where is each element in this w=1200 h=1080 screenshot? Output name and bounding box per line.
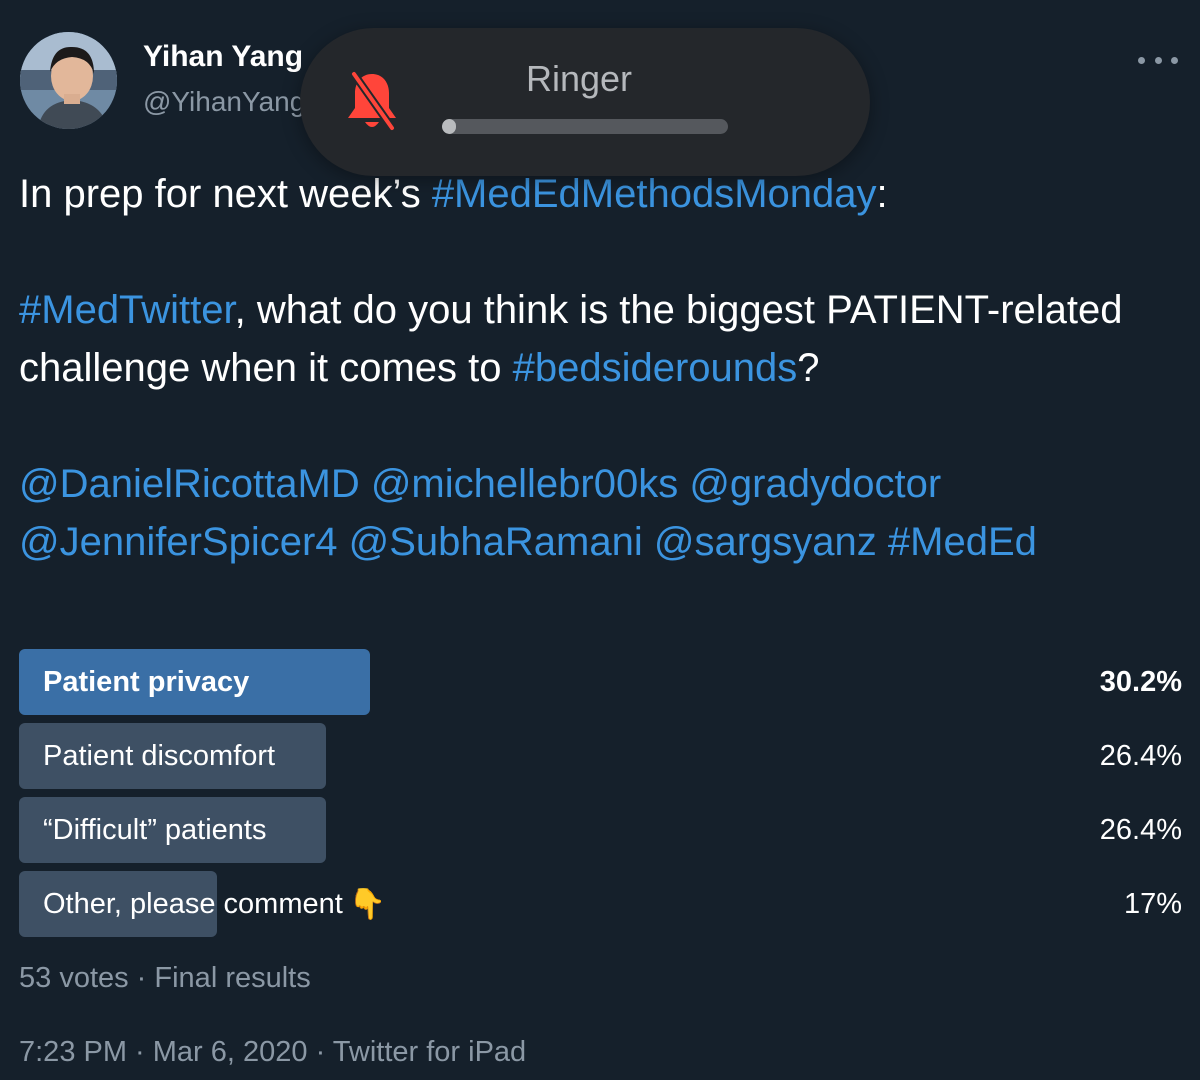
- hashtag-link[interactable]: #bedsiderounds: [513, 346, 798, 390]
- mentions-line[interactable]: @DanielRicottaMD @michellebr00ks @gradyd…: [19, 455, 1189, 571]
- poll-option-text: “Difficult” patients: [43, 814, 267, 846]
- poll-option-text: Other, please comment: [43, 888, 343, 920]
- tweet-text-segment: ?: [797, 346, 820, 390]
- poll-option-label: Patient discomfort: [43, 723, 275, 789]
- ringer-volume-fill: [442, 119, 457, 134]
- poll: Patient privacy 30.2% Patient discomfort 26…: [19, 649, 1182, 945]
- pointing-down-icon: 👇: [348, 888, 387, 922]
- dot-icon: [1171, 56, 1178, 64]
- poll-option-label: “Difficult” patients: [43, 797, 267, 863]
- hashtag-link[interactable]: #MedEdMethodsMonday: [432, 172, 877, 216]
- poll-option: Patient privacy 30.2%: [19, 649, 1182, 715]
- poll-option-text: Patient discomfort: [43, 740, 276, 772]
- poll-footer: 53 votes · Final results: [19, 962, 311, 994]
- bell-muted-icon: [342, 68, 402, 134]
- hashtag-link[interactable]: #MedTwitter: [19, 288, 235, 332]
- poll-option-label: Other, please comment 👇: [43, 871, 386, 937]
- tweet-paragraph-2: #MedTwitter, what do you think is the bi…: [19, 281, 1189, 397]
- tweet-text-segment: In prep for next week’s: [19, 172, 432, 216]
- poll-option-label: Patient privacy: [43, 649, 249, 715]
- ringer-overlay: Ringer: [300, 28, 870, 176]
- poll-option: Patient discomfort 26.4%: [19, 723, 1182, 789]
- author-handle[interactable]: @YihanYang: [143, 86, 305, 118]
- tweet-timestamp[interactable]: 7:23 PM · Mar 6, 2020 · Twitter for iPad: [19, 1036, 526, 1069]
- avatar-image: [20, 32, 117, 129]
- ringer-label: Ringer: [526, 58, 633, 99]
- avatar[interactable]: [20, 32, 117, 129]
- tweet-text: In prep for next week’s #MedEdMethodsMon…: [19, 165, 1189, 571]
- tweet-text-segment: :: [876, 172, 888, 216]
- poll-option-percent: 17%: [1123, 888, 1182, 920]
- poll-option-text: Patient privacy: [43, 666, 250, 698]
- poll-option-percent: 26.4%: [1099, 740, 1182, 772]
- ringer-volume-slider[interactable]: [442, 119, 728, 134]
- dot-icon: [1154, 56, 1162, 64]
- more-options-button[interactable]: [1138, 50, 1178, 70]
- poll-option-percent: 30.2%: [1099, 666, 1182, 698]
- poll-option-percent: 26.4%: [1099, 814, 1182, 846]
- author-display-name[interactable]: Yihan Yang: [143, 40, 303, 74]
- dot-icon: [1138, 56, 1145, 64]
- poll-option: Other, please comment 👇 17%: [19, 871, 1182, 937]
- poll-option: “Difficult” patients 26.4%: [19, 797, 1182, 863]
